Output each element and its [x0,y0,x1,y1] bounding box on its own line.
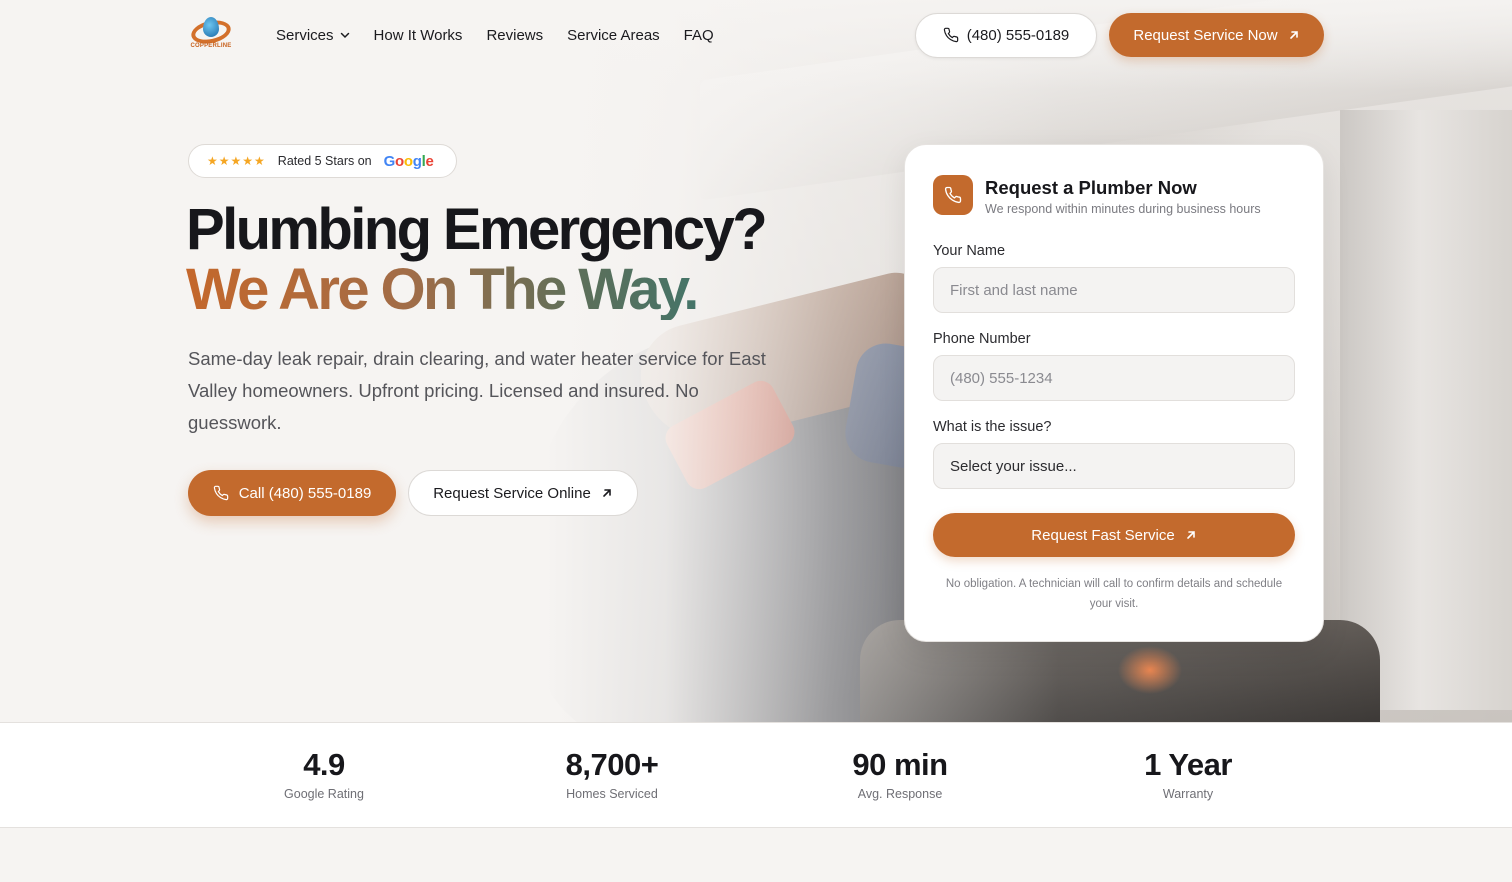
nav-item-service-areas[interactable]: Service Areas [567,27,660,44]
nav-phone-label: (480) 555-0189 [966,26,1070,44]
request-fast-service-button[interactable]: Request Fast Service [933,513,1295,557]
nav-links: Services How It Works Reviews Service Ar… [276,27,714,44]
issue-field-label: What is the issue? [933,419,1052,435]
stat-homes-serviced: 8,700+ Homes Serviced [492,747,732,801]
phone-input[interactable] [933,355,1295,401]
nav-item-reviews[interactable]: Reviews [486,27,543,44]
nav-item-label: Reviews [486,26,544,44]
logo-wordmark: COPPERLINE [190,43,232,49]
phone-icon [943,27,958,43]
nav-phone-button[interactable]: (480) 555-0189 [915,12,1097,58]
stat-label: Avg. Response [857,787,943,801]
star-rating-icon: ★★★★★ [207,154,266,168]
nav-item-label: How It Works [373,26,463,44]
nav-item-label: FAQ [683,26,714,44]
name-field-label: Your Name [933,243,1006,259]
nav-item-services[interactable]: Services [276,27,350,44]
nav-item-how-it-works[interactable]: How It Works [374,27,463,44]
arrow-up-right-icon [1289,31,1298,39]
nav-item-faq[interactable]: FAQ [684,27,714,44]
call-now-label: Call (480) 555-0189 [238,484,372,502]
phone-icon [213,485,228,501]
phone-field-label: Phone Number [933,331,1031,347]
request-service-online-button[interactable]: Request Service Online [408,470,638,516]
request-service-online-label: Request Service Online [433,484,591,502]
nav-actions: (480) 555-0189 Request Service Now [915,12,1324,58]
issue-select-value: Select your issue... [950,457,1077,475]
stat-value: 1 Year [1144,747,1232,782]
chevron-down-icon [340,32,349,39]
stat-google-rating: 4.9 Google Rating [204,747,444,801]
form-disclaimer: No obligation. A technician will call to… [945,578,1283,610]
request-plumber-form: Request a Plumber Now We respond within … [904,144,1324,642]
hero-headline-accent: We Are On The Way. [186,260,826,320]
request-service-now-button[interactable]: Request Service Now [1109,13,1324,57]
issue-select[interactable]: Select your issue... [933,443,1295,489]
stat-warranty: 1 Year Warranty [1068,747,1308,801]
stat-label: Google Rating [284,787,364,801]
logo-drop-icon [203,17,219,37]
form-title: Request a Plumber Now [985,177,1197,198]
submit-label: Request Fast Service [1031,526,1175,544]
form-phone-icon-badge [933,175,973,215]
hero-headline: Plumbing Emergency? [186,197,768,262]
rating-text: Rated 5 Stars on [277,154,372,168]
next-section [0,828,1512,882]
top-navigation: COPPERLINE Services How It Works Reviews… [188,12,1324,58]
stat-label: Warranty [1162,787,1214,801]
stat-value: 4.9 [303,747,345,782]
brand-logo[interactable]: COPPERLINE [188,15,234,55]
hero-cta-row: Call (480) 555-0189 Request Service Onli… [188,470,638,516]
hero-description: Same-day leak repair, drain clearing, an… [188,348,766,433]
google-logo: Google [383,152,434,170]
call-now-button[interactable]: Call (480) 555-0189 [188,470,396,516]
arrow-up-right-icon [1186,531,1195,539]
arrow-up-right-icon [602,489,611,497]
stat-value: 90 min [852,747,948,782]
form-subtitle: We respond within minutes during busines… [985,202,1261,216]
request-service-now-label: Request Service Now [1133,26,1278,44]
nav-item-label: Services [276,26,334,44]
stats-bar: 4.9 Google Rating 8,700+ Homes Serviced … [0,722,1512,828]
stat-label: Homes Serviced [566,787,658,801]
phone-icon [944,186,962,204]
google-rating-badge: ★★★★★ Rated 5 Stars on Google [188,144,457,178]
stat-value: 8,700+ [565,747,659,782]
name-input[interactable] [933,267,1295,313]
stat-avg-response: 90 min Avg. Response [780,747,1020,801]
nav-item-label: Service Areas [567,26,660,44]
